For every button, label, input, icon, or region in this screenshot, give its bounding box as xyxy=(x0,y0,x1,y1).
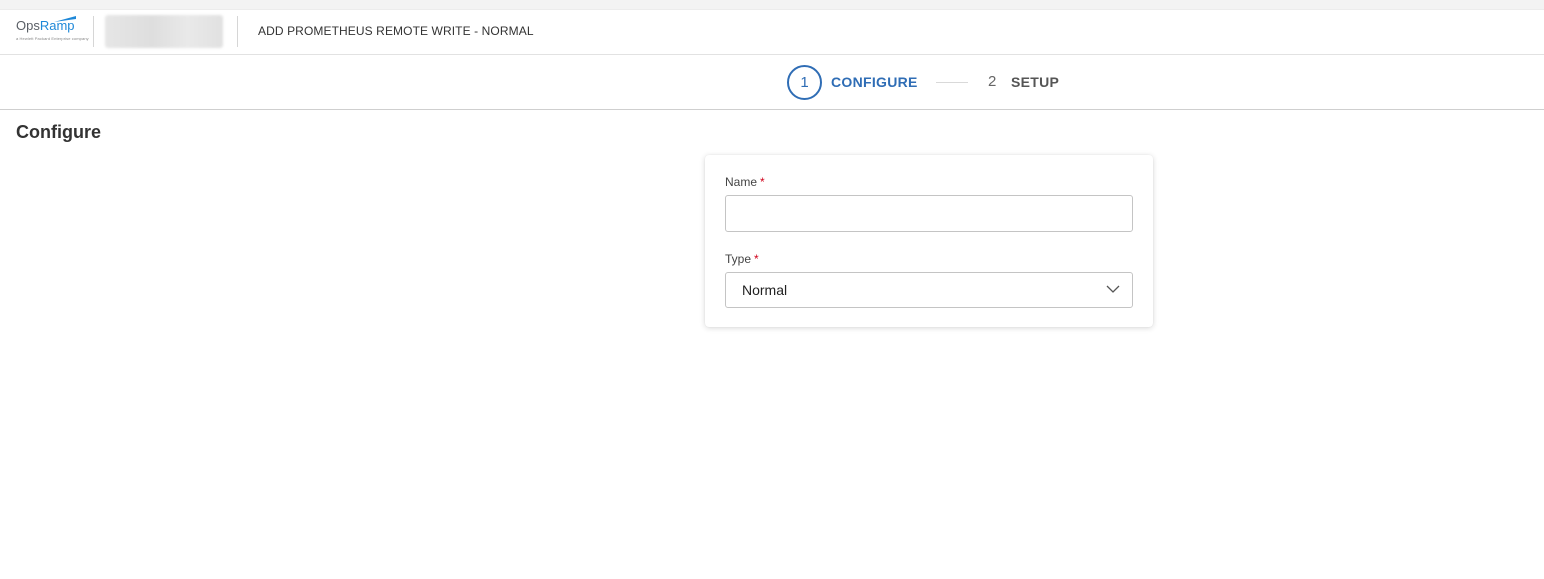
type-select-value: Normal xyxy=(742,282,788,298)
step-2-label[interactable]: SETUP xyxy=(1011,74,1059,90)
tenant-selector-blurred[interactable] xyxy=(105,15,223,48)
step-2-number[interactable]: 2 xyxy=(988,73,996,90)
step-connector xyxy=(936,82,968,83)
header-divider xyxy=(93,16,94,47)
header-divider xyxy=(237,16,238,47)
app-header: OpsRamp a Hewlett Packard Enterprise com… xyxy=(0,10,1544,55)
required-asterisk: * xyxy=(754,252,759,266)
section-title: Configure xyxy=(16,122,101,142)
configure-form-card: Name * Type * Normal xyxy=(705,155,1153,327)
type-select[interactable]: Normal xyxy=(725,272,1133,308)
step-1-label[interactable]: CONFIGURE xyxy=(831,74,918,90)
step-1-circle[interactable]: 1 xyxy=(787,65,822,100)
name-input[interactable] xyxy=(725,195,1133,232)
logo-prefix: Ops xyxy=(16,18,40,33)
logo-swoosh-icon xyxy=(54,16,76,22)
step-1-number: 1 xyxy=(800,74,809,91)
type-field-label: Type * xyxy=(725,252,759,266)
browser-top-strip xyxy=(0,0,1544,10)
page-title: ADD PROMETHEUS REMOTE WRITE - NORMAL xyxy=(258,24,534,38)
required-asterisk: * xyxy=(760,175,765,189)
name-field-label: Name * xyxy=(725,175,765,189)
logo-tagline: a Hewlett Packard Enterprise company xyxy=(16,36,89,41)
wizard-stepper: 1 CONFIGURE 2 SETUP xyxy=(0,55,1544,110)
chevron-down-icon[interactable] xyxy=(1106,284,1120,294)
opsramp-logo[interactable]: OpsRamp a Hewlett Packard Enterprise com… xyxy=(16,16,89,49)
